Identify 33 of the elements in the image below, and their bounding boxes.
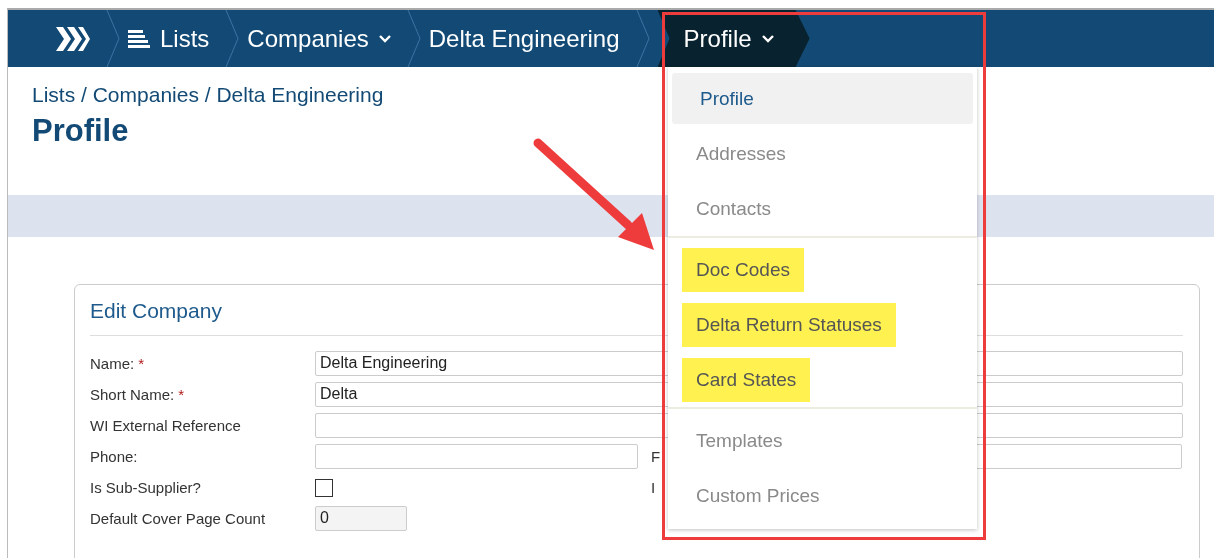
list-icon: [128, 28, 150, 49]
caret-icon: [378, 34, 391, 43]
chevrons-logo-icon[interactable]: [54, 24, 90, 53]
breadcrumb-tab[interactable]: Companies: [239, 10, 407, 67]
field-label: Phone:: [90, 448, 138, 465]
field-label: Name:: [90, 355, 135, 372]
menu-item[interactable]: Doc Codes: [682, 247, 804, 292]
chevron-separator-icon: [106, 10, 120, 67]
number-field[interactable]: 0: [315, 506, 407, 531]
chevron-separator-icon: [406, 10, 421, 67]
menu-item[interactable]: Card States: [682, 357, 811, 402]
input-field[interactable]: [315, 444, 638, 469]
chevron-separator-icon: [225, 10, 240, 67]
breadcrumb-tab[interactable]: Delta Engineering: [420, 10, 636, 67]
field-label: Default Cover Page Count: [90, 510, 266, 527]
page-title: Profile: [32, 113, 130, 149]
required-mark: *: [178, 386, 185, 403]
breadcrumb-path[interactable]: Lists / Companies / Delta Engineering: [32, 83, 384, 107]
menu-item[interactable]: Addresses: [682, 131, 800, 176]
checkbox[interactable]: [315, 478, 333, 497]
field-label: F: [651, 448, 661, 465]
menu-item[interactable]: Delta Return Statuses: [682, 302, 896, 347]
chevron-separator-icon: [635, 10, 650, 67]
menu-item[interactable]: Profile: [672, 73, 973, 124]
field-label: Is Sub-Supplier?: [90, 479, 201, 496]
caret-icon: [761, 34, 774, 43]
field-label: WI External Reference: [90, 417, 241, 434]
menu-item[interactable]: Custom Prices: [682, 473, 834, 518]
field-label: Short Name:: [90, 386, 175, 403]
field-label: I: [651, 479, 656, 496]
breadcrumb-tab[interactable]: Lists: [120, 10, 226, 67]
required-mark: *: [138, 355, 145, 372]
breadcrumb-tab[interactable]: Profile: [657, 10, 810, 67]
